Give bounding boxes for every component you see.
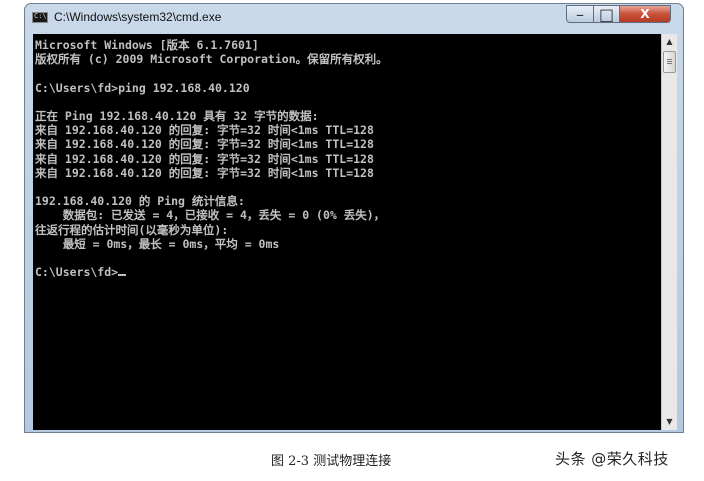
console-line: 数据包: 已发送 = 4，已接收 = 4，丢失 = 0 (0% 丢失)， — [35, 208, 386, 223]
console-line: 来自 192.168.40.120 的回复: 字节=32 时间<1ms TTL=… — [35, 151, 374, 166]
console-line: 最短 = 0ms，最长 = 0ms，平均 = 0ms — [35, 236, 280, 251]
maximize-icon: □ — [598, 4, 615, 24]
minimize-button[interactable]: – — [566, 4, 594, 24]
close-button[interactable]: X — [619, 5, 671, 23]
console-line: 来自 192.168.40.120 的回复: 字节=32 时间<1ms TTL=… — [35, 137, 374, 152]
cmd-window: C:\Windows\system32\cmd.exe – □ X Micros… — [24, 3, 684, 433]
minimize-icon: – — [576, 4, 584, 24]
console-line: C:\Users\fd>ping 192.168.40.120 — [35, 80, 250, 95]
console-line: 正在 Ping 192.168.40.120 具有 32 字节的数据: — [35, 109, 319, 124]
maximize-button[interactable]: □ — [593, 4, 620, 24]
console-line: Microsoft Windows [版本 6.1.7601] — [35, 38, 259, 52]
scroll-thumb[interactable] — [663, 51, 676, 73]
console-line: 来自 192.168.40.120 的回复: 字节=32 时间<1ms TTL=… — [35, 123, 374, 138]
console-line: 192.168.40.120 的 Ping 统计信息: — [35, 194, 245, 209]
figure-caption: 图 2-3 测试物理连接 — [271, 454, 392, 469]
console-line: 往返行程的估计时间(以毫秒为单位): — [35, 222, 229, 237]
vertical-scrollbar[interactable]: ▲ ▼ — [661, 34, 677, 430]
close-icon: X — [640, 7, 650, 21]
watermark: 头条 @荣久科技 — [555, 450, 669, 468]
console-line: 版权所有 (c) 2009 Microsoft Corporation。保留所有… — [35, 52, 388, 67]
title-bar[interactable]: C:\Windows\system32\cmd.exe – □ X — [25, 4, 683, 30]
text-cursor — [118, 274, 127, 277]
console-text: Microsoft Windows [版本 6.1.7601] 版权所有 (c)… — [33, 34, 661, 279]
scroll-up-icon[interactable]: ▲ — [662, 34, 677, 50]
grip-icon — [667, 59, 672, 65]
scroll-down-icon[interactable]: ▼ — [662, 414, 677, 430]
window-title: C:\Windows\system32\cmd.exe — [54, 10, 222, 24]
console-line: 来自 192.168.40.120 的回复: 字节=32 时间<1ms TTL=… — [35, 165, 374, 180]
prompt-line: C:\Users\fd> — [35, 265, 119, 280]
console-app-icon[interactable] — [32, 12, 48, 23]
console-output[interactable]: Microsoft Windows [版本 6.1.7601] 版权所有 (c)… — [33, 34, 661, 430]
